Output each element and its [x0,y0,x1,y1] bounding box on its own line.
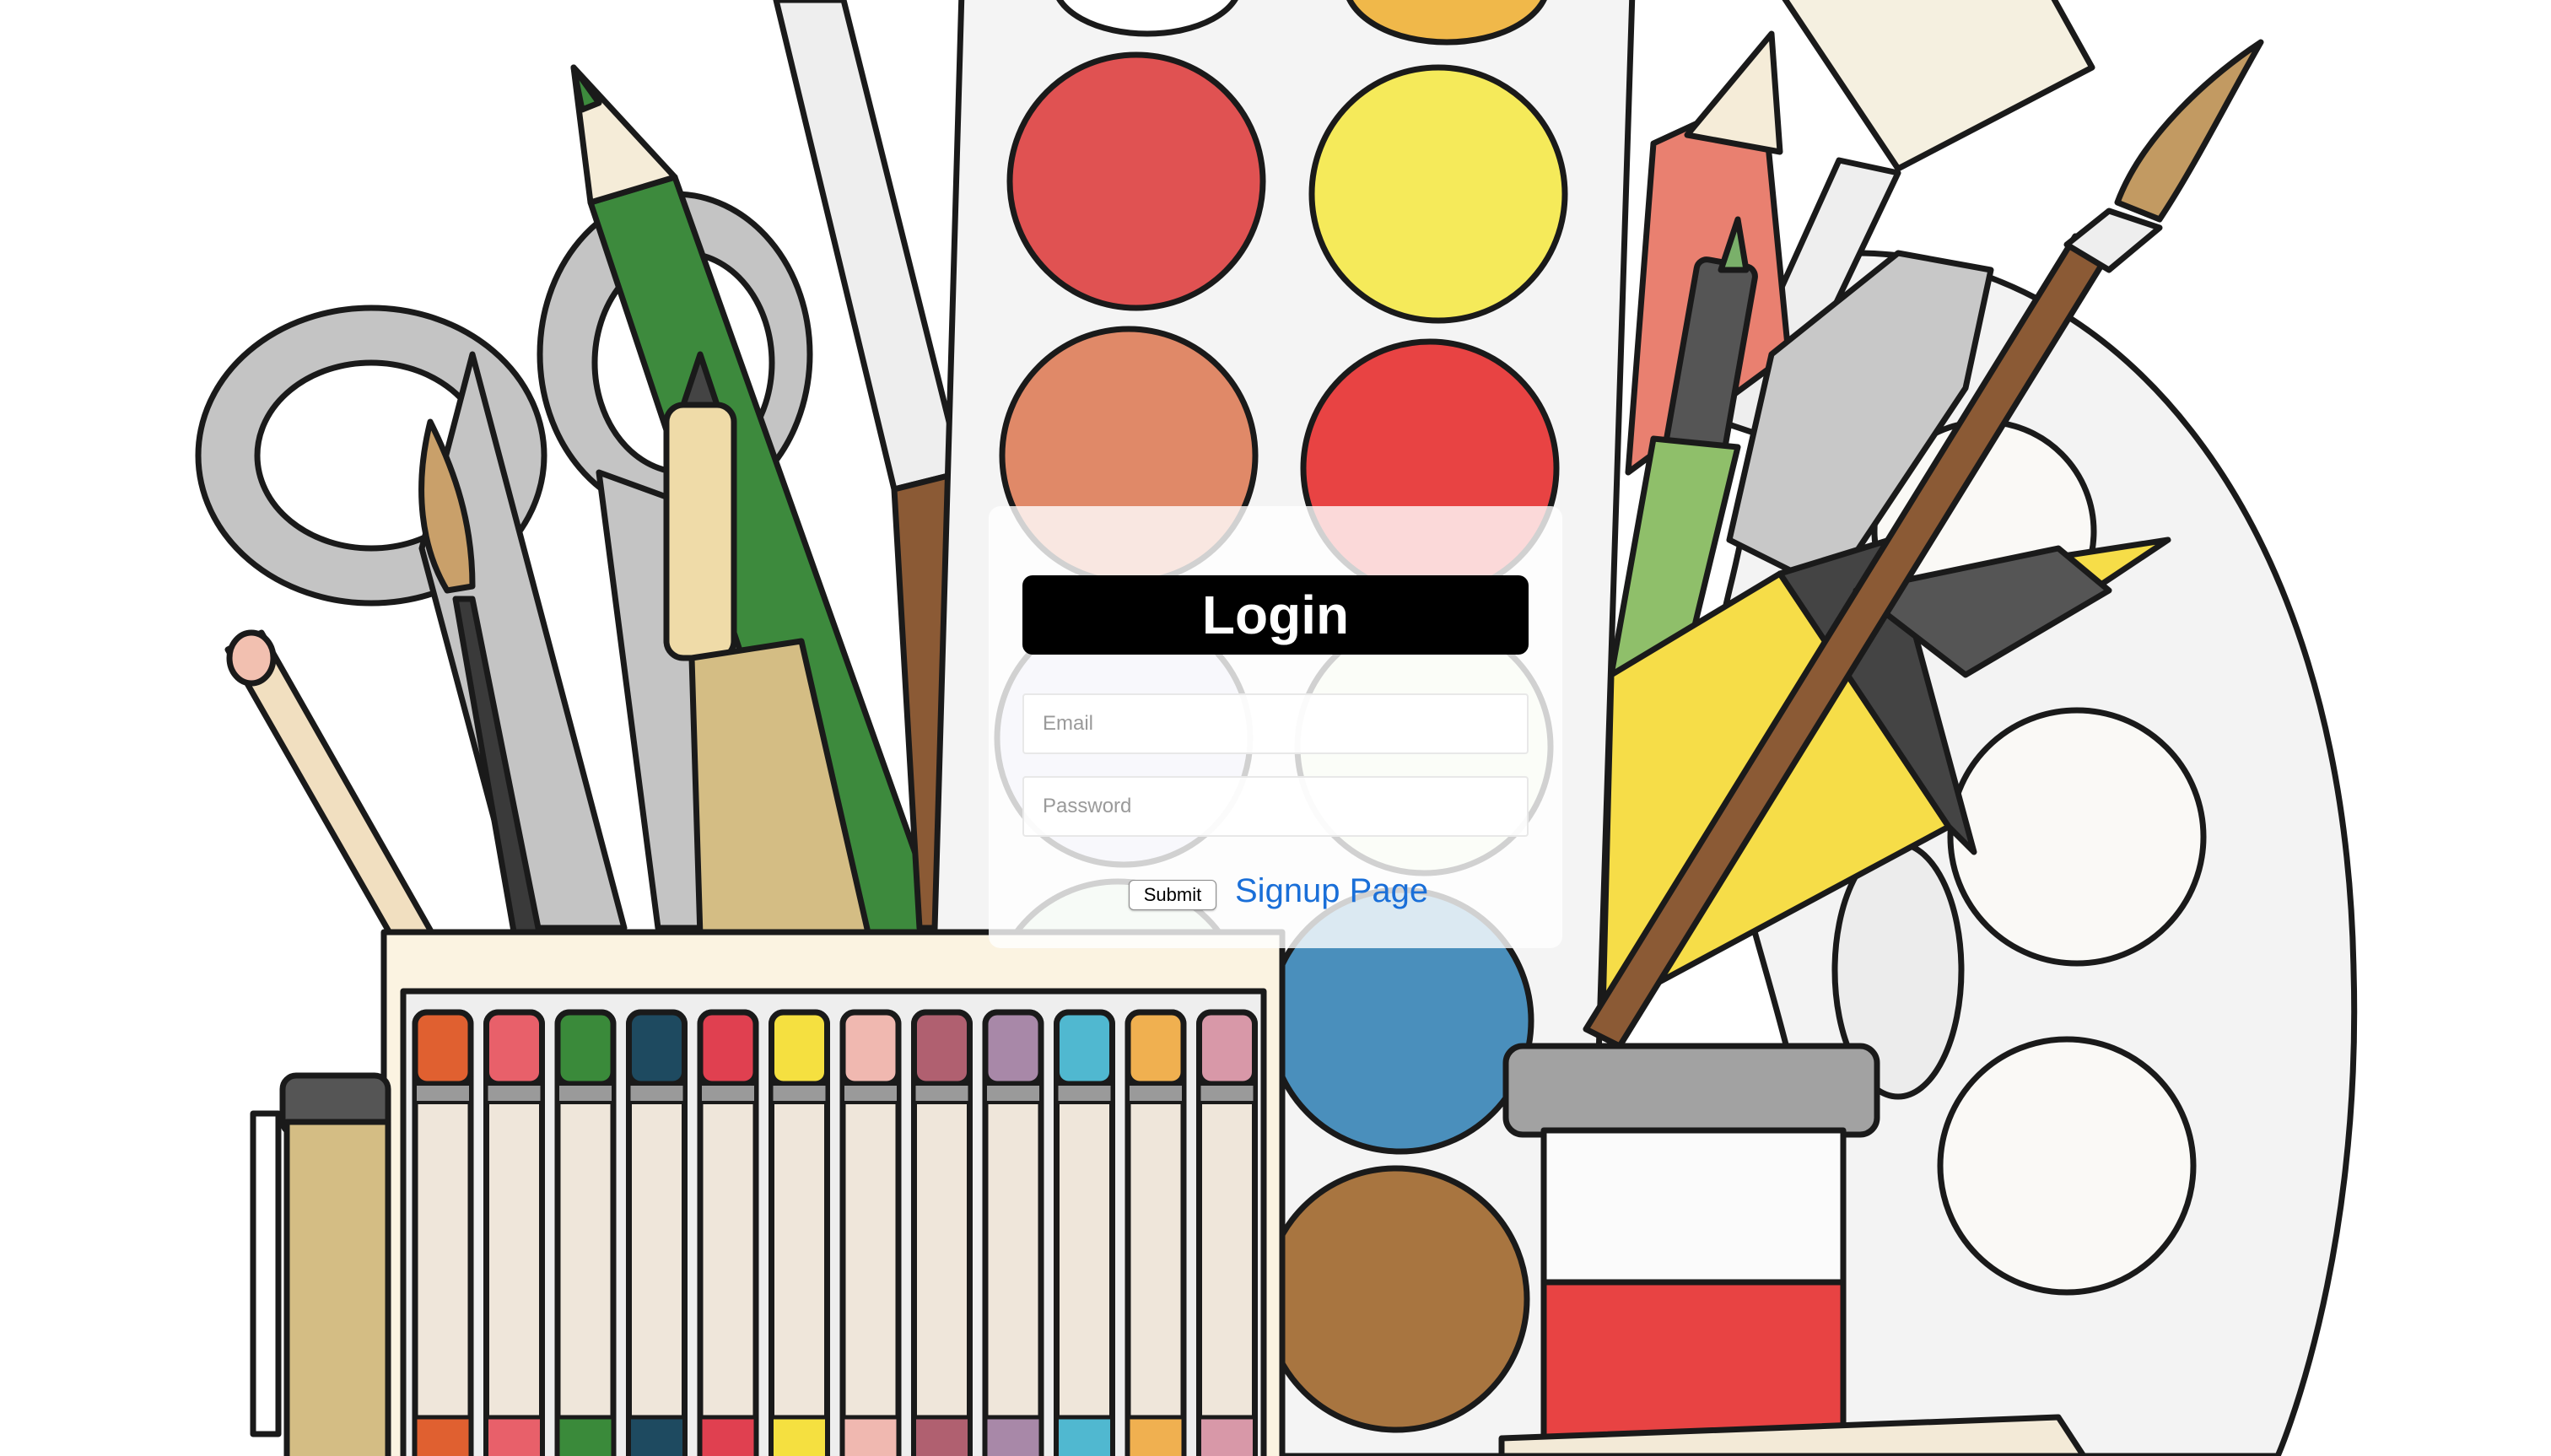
signup-page-link[interactable]: Signup Page [1235,867,1428,914]
crayon-band-icon [984,1082,1043,1104]
crayon-tip-icon [839,1009,902,1087]
crayon-tip-icon [982,1009,1044,1087]
crayon-band-icon [769,1082,829,1104]
email-field[interactable] [1022,693,1529,754]
login-title: Login [1022,575,1529,655]
crayon-band-icon [556,1082,615,1104]
palette-well-icon [1937,1036,2197,1296]
crayon-tip-icon [554,1009,617,1087]
crayon-end-icon [912,1415,972,1456]
crayon-end-icon [1125,1415,1186,1456]
crayon-band-icon [912,1082,972,1104]
crayon-end-icon [413,1415,473,1456]
paint-tube-icon [250,1072,391,1456]
crayon-band-icon [627,1082,687,1104]
password-field[interactable] [1022,776,1529,837]
crayon-box-icon [380,929,1286,1456]
crayon-band-icon [841,1082,900,1104]
crayon-tip-icon [626,1009,688,1087]
crayon-tip-icon [697,1009,759,1087]
crayon-tip-icon [1054,1009,1115,1087]
paint-jar-icon [1502,1043,1880,1456]
login-form: Login Submit Signup Page [989,506,1562,948]
crayon-end-icon [627,1415,687,1456]
crayon-band-icon [1126,1082,1185,1104]
palette-well-icon [1947,707,2207,967]
crayon-tip-icon [911,1009,973,1087]
crayon-tip-icon [769,1009,830,1087]
crayon-end-icon [698,1415,758,1456]
crayon-band-icon [484,1082,544,1104]
crayon-band-icon [698,1082,758,1104]
crayon-end-icon [484,1415,544,1456]
page: Login Submit Signup Page [0,0,2551,1456]
crayon-band-icon [1054,1082,1114,1104]
crayon-tip-icon [1196,1009,1258,1087]
submit-button[interactable]: Submit [1129,880,1216,910]
crayon-band-icon [1197,1082,1257,1104]
crayon-end-icon [1197,1415,1257,1456]
crayon-tip-icon [412,1009,474,1087]
crayon-end-icon [769,1415,829,1456]
crayon-end-icon [983,1415,1044,1456]
crayon-tip-icon [1124,1009,1187,1087]
crayon-tip-icon [483,1009,545,1087]
pencil-icon [224,629,442,948]
crayon-end-icon [840,1415,901,1456]
crayon-end-icon [1054,1415,1114,1456]
crayon-end-icon [555,1415,616,1456]
crayon-band-icon [413,1082,472,1104]
